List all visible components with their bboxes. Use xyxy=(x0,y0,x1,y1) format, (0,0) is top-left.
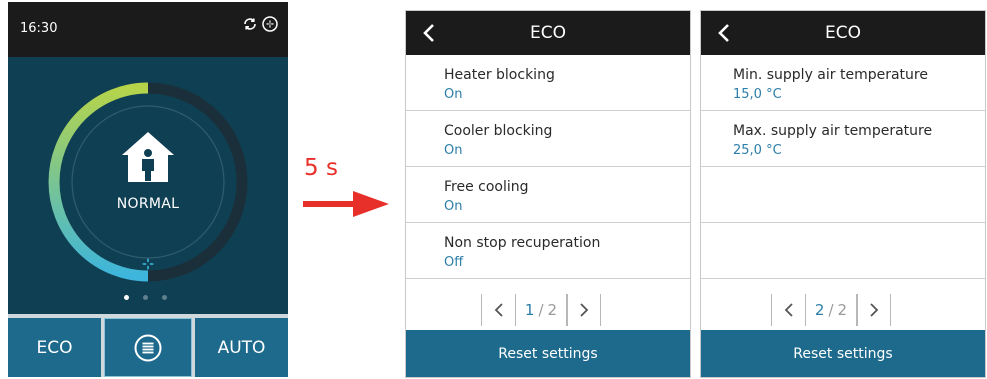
item-value: On xyxy=(444,87,463,102)
page-number: 1 / 2 xyxy=(515,294,567,326)
panel-header: ECO xyxy=(406,11,690,55)
item-title: Min. supply air temperature xyxy=(733,67,928,83)
total-pages: 2 xyxy=(837,301,848,319)
page-number: 2 / 2 xyxy=(805,294,857,326)
item-value: 15,0 °C xyxy=(733,87,782,102)
status-icons xyxy=(242,16,278,32)
panel-title: ECO xyxy=(825,23,861,43)
item-title: Free cooling xyxy=(444,179,529,195)
list-item-empty xyxy=(701,223,985,279)
item-title: Cooler blocking xyxy=(444,123,553,139)
reset-settings-button[interactable]: Reset settings xyxy=(406,330,690,377)
menu-button[interactable] xyxy=(104,318,192,377)
page-separator: / xyxy=(538,301,544,319)
pager-next-button[interactable] xyxy=(567,294,601,326)
chevron-left-icon xyxy=(784,303,793,317)
item-title: Max. supply air temperature xyxy=(733,123,933,139)
pager-prev-button[interactable] xyxy=(481,294,515,326)
chevron-left-icon xyxy=(494,303,503,317)
item-title: Non stop recuperation xyxy=(444,235,601,251)
eco-button[interactable]: ECO xyxy=(8,318,101,377)
hold-duration-label: 5 s xyxy=(304,155,338,181)
chevron-right-icon xyxy=(870,303,879,317)
home-screen: 16:30 NORMAL ECO AUTO xyxy=(8,2,288,377)
arrow-right-icon xyxy=(303,191,389,217)
item-title: Heater blocking xyxy=(444,67,555,83)
chevron-right-icon xyxy=(580,303,589,317)
fan-speed-icon[interactable] xyxy=(137,253,159,275)
item-value: Off xyxy=(444,255,464,270)
list-item-min-supply-air-temperature[interactable]: Min. supply air temperature 15,0 °C xyxy=(701,55,985,111)
pager: 1 / 2 xyxy=(481,294,601,326)
list-item-free-cooling[interactable]: Free cooling On xyxy=(406,167,690,223)
item-value: On xyxy=(444,143,463,158)
page-separator: / xyxy=(828,301,834,319)
list-item-max-supply-air-temperature[interactable]: Max. supply air temperature 25,0 °C xyxy=(701,111,985,167)
panel-header: ECO xyxy=(701,11,985,55)
fan-status-icon xyxy=(262,16,278,32)
auto-button[interactable]: AUTO xyxy=(195,318,288,377)
pager-next-button[interactable] xyxy=(857,294,891,326)
page-dot-active xyxy=(124,295,129,300)
page-dot xyxy=(143,295,148,300)
reset-settings-button[interactable]: Reset settings xyxy=(701,330,985,377)
panel-title: ECO xyxy=(530,23,566,43)
item-value: 25,0 °C xyxy=(733,143,782,158)
list-item-empty xyxy=(701,167,985,223)
list-item-cooler-blocking[interactable]: Cooler blocking On xyxy=(406,111,690,167)
pager-prev-button[interactable] xyxy=(771,294,805,326)
list-item-heater-blocking[interactable]: Heater blocking On xyxy=(406,55,690,111)
pager: 2 / 2 xyxy=(771,294,891,326)
mode-label: NORMAL xyxy=(116,196,180,212)
status-bar: 16:30 xyxy=(8,2,288,57)
eco-settings-page-1: ECO Heater blocking On Cooler blocking O… xyxy=(405,10,691,378)
current-page: 2 xyxy=(814,301,825,319)
item-value: On xyxy=(444,199,463,214)
page-dot xyxy=(162,295,167,300)
eco-settings-page-2: ECO Min. supply air temperature 15,0 °C … xyxy=(700,10,986,378)
home-bottom-bar: ECO AUTO xyxy=(8,314,288,377)
page-indicator xyxy=(124,295,167,300)
list-item-non-stop-recuperation[interactable]: Non stop recuperation Off xyxy=(406,223,690,279)
clock: 16:30 xyxy=(20,21,58,36)
current-page: 1 xyxy=(524,301,535,319)
home-mode-icon xyxy=(122,132,174,182)
menu-icon xyxy=(134,334,162,361)
total-pages: 2 xyxy=(547,301,558,319)
sync-icon xyxy=(244,18,256,30)
